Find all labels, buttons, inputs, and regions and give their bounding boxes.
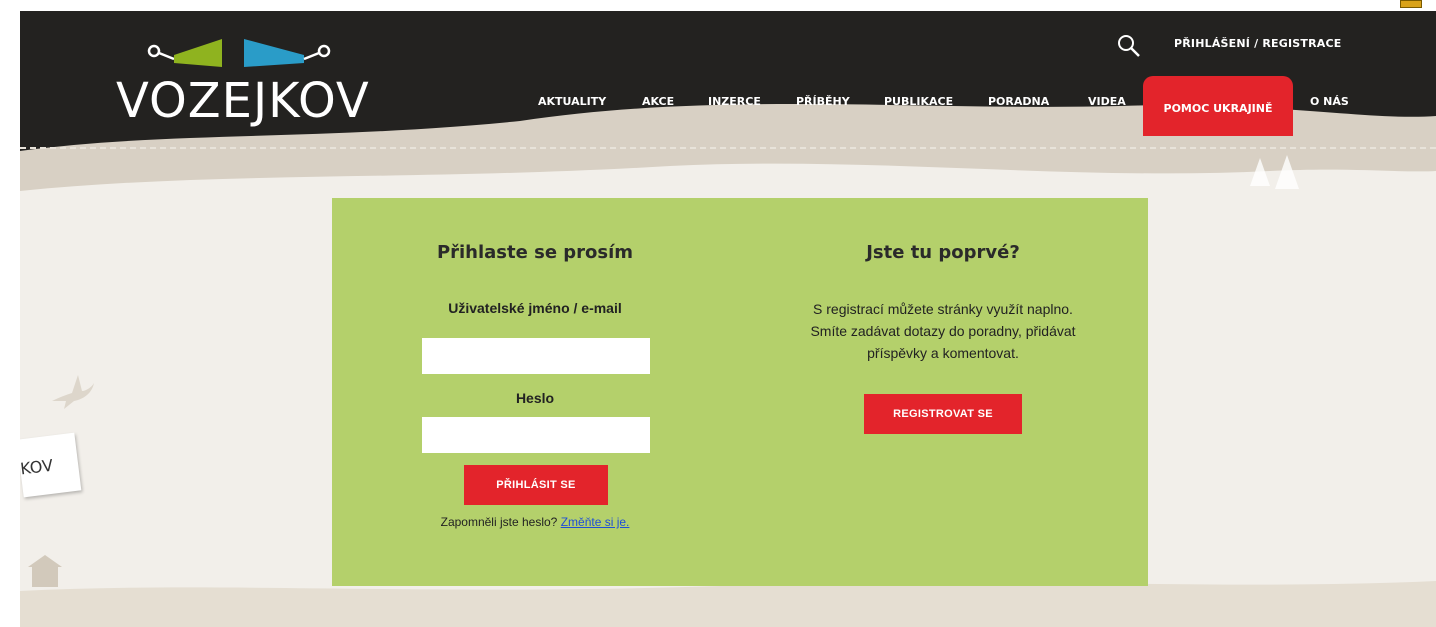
login-panel: Přihlaste se prosím Uživatelské jméno / … xyxy=(332,198,1148,586)
register-line-2: Smíte zadávat dotazy do poradny, přidáva… xyxy=(810,323,1076,339)
forgot-password-question: Zapomněli jste heslo? xyxy=(440,515,558,529)
username-input[interactable] xyxy=(422,338,650,374)
register-description: S registrací můžete stránky využít napln… xyxy=(768,298,1118,364)
nav-o-nas[interactable]: O NÁS xyxy=(1310,95,1349,108)
forgot-password-text: Zapomněli jste heslo? Změňte si je. xyxy=(332,515,738,529)
nav-publikace[interactable]: PUBLIKACE xyxy=(884,95,953,108)
nav-videa[interactable]: VIDEA xyxy=(1088,95,1126,108)
login-column: Přihlaste se prosím Uživatelské jméno / … xyxy=(332,198,738,586)
nav-aktuality[interactable]: AKTUALITY xyxy=(538,95,606,108)
username-label: Uživatelské jméno / e-mail xyxy=(448,300,622,316)
register-line-1: S registrací můžete stránky využít napln… xyxy=(813,301,1073,317)
register-title: Jste tu poprvé? xyxy=(866,242,1020,263)
sign-decoration: KOV xyxy=(20,432,82,498)
page: VOZEJKOV PŘIHLÁŠENÍ / REGISTRACE AKTUALI… xyxy=(20,11,1436,627)
sign-text: KOV xyxy=(20,455,55,479)
nav-akce[interactable]: AKCE xyxy=(642,95,674,108)
nav-poradna[interactable]: PORADNA xyxy=(988,95,1049,108)
login-button[interactable]: PŘIHLÁSIT SE xyxy=(464,465,608,505)
nav-pribehy[interactable]: PŘÍBĚHY xyxy=(796,95,850,108)
bird-icon xyxy=(52,375,94,409)
nav-inzerce[interactable]: INZERCE xyxy=(708,95,761,108)
login-title: Přihlaste se prosím xyxy=(436,242,634,263)
register-button[interactable]: REGISTROVAT SE xyxy=(864,394,1022,434)
main-nav: AKTUALITY AKCE INZERCE PŘÍBĚHY PUBLIKACE… xyxy=(20,11,1436,151)
password-input[interactable] xyxy=(422,417,650,453)
register-line-3: příspěvky a komentovat. xyxy=(867,345,1019,361)
forgot-password-link[interactable]: Změňte si je. xyxy=(561,515,630,529)
corner-badge-icon xyxy=(1400,0,1422,8)
register-column: Jste tu poprvé? S registrací můžete strá… xyxy=(738,198,1148,586)
password-label: Heslo xyxy=(515,390,555,406)
nav-pomoc-ukrajine[interactable]: POMOC UKRAJINĚ xyxy=(1143,76,1293,136)
